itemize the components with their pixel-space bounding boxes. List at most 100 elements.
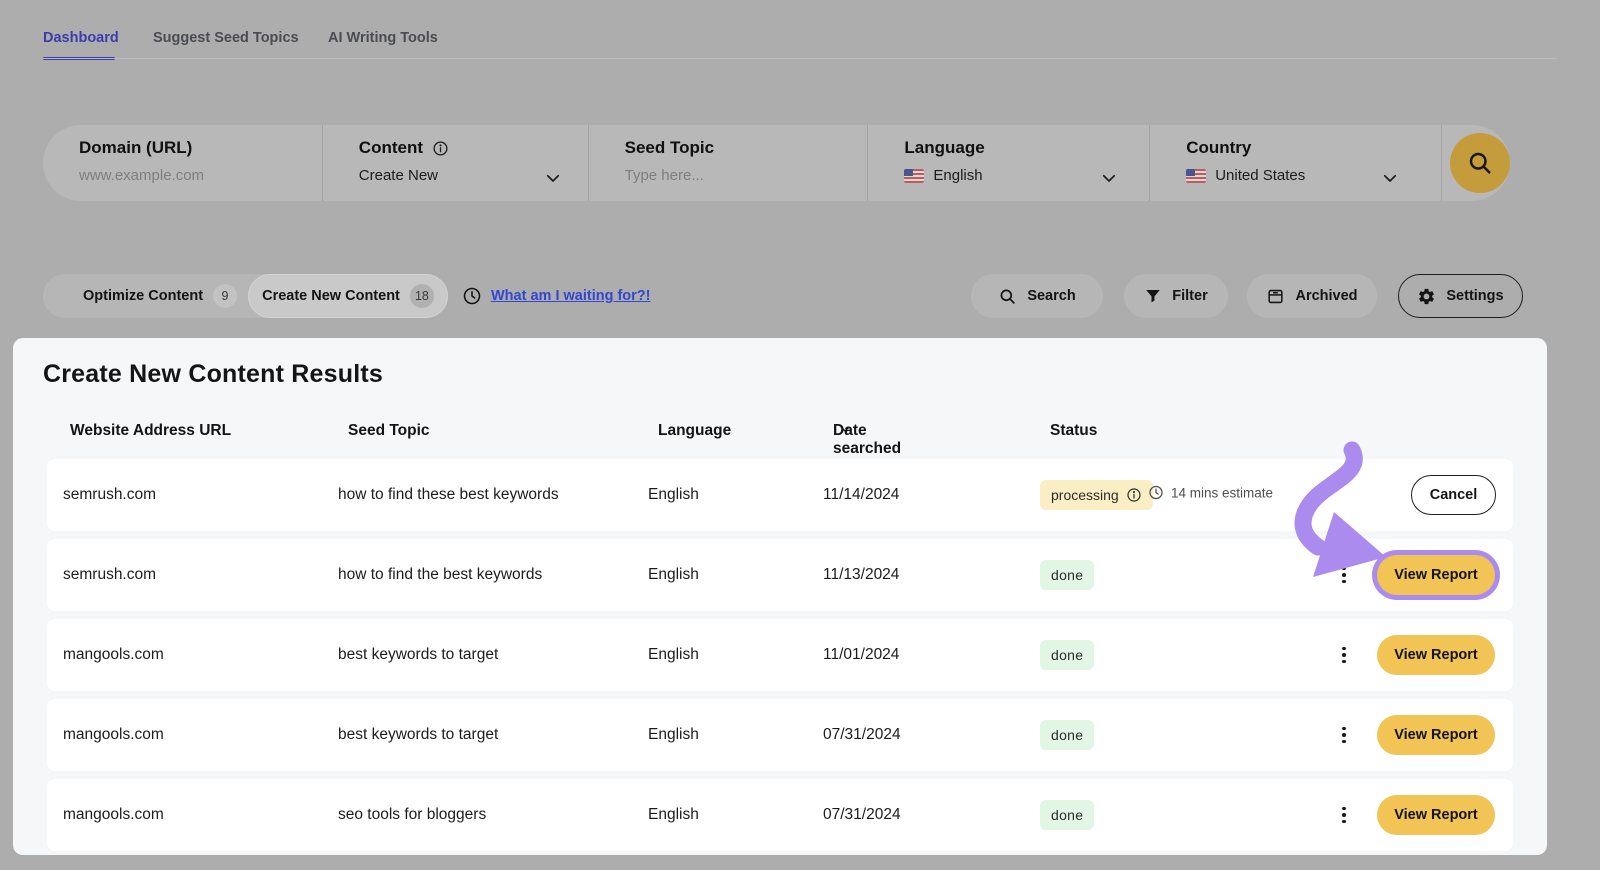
column-header-seed-topic: Seed Topic: [348, 422, 430, 440]
content-label: Content: [359, 138, 423, 158]
language-field[interactable]: Language English: [867, 125, 1149, 201]
table-row: mangools.com seo tools for bloggers Engl…: [47, 779, 1513, 851]
waiting-info: What am I waiting for?!: [462, 274, 651, 318]
app-window: Dashboard Suggest Seed Topics AI Writing…: [0, 0, 1600, 870]
page-title: Create New Content Results: [43, 360, 383, 389]
row-language: English: [648, 486, 699, 504]
settings-button[interactable]: Settings: [1398, 274, 1523, 318]
kebab-menu-icon[interactable]: [1335, 563, 1353, 587]
info-icon[interactable]: [1126, 487, 1142, 503]
status-badge-done: done: [1040, 720, 1094, 750]
row-seed-topic: best keywords to target: [338, 646, 498, 664]
domain-field[interactable]: Domain (URL): [43, 125, 322, 201]
tab-ai-writing-tools[interactable]: AI Writing Tools: [328, 30, 438, 46]
row-date: 07/31/2024: [823, 806, 901, 824]
row-seed-topic: how to find the best keywords: [338, 566, 542, 584]
chevron-down-icon[interactable]: [1100, 169, 1118, 187]
view-report-button[interactable]: View Report: [1377, 715, 1495, 755]
country-field[interactable]: Country United States: [1149, 125, 1441, 201]
table-row: semrush.com how to find these best keywo…: [47, 459, 1513, 531]
view-report-highlight-ring: View Report: [1372, 550, 1500, 600]
row-date: 07/31/2024: [823, 726, 901, 744]
view-report-button[interactable]: View Report: [1377, 555, 1495, 595]
column-header-language: Language: [658, 422, 731, 440]
create-count-badge: 18: [410, 284, 434, 308]
tab-create-new-content[interactable]: Create New Content 18: [248, 274, 448, 318]
time-estimate: 14 mins estimate: [1148, 485, 1273, 501]
tab-dashboard[interactable]: Dashboard: [43, 30, 119, 46]
results-panel: Create New Content Results Website Addre…: [13, 338, 1547, 855]
info-icon: [432, 140, 449, 157]
usa-flag-icon: [1186, 169, 1206, 183]
top-nav: Dashboard Suggest Seed Topics AI Writing…: [43, 28, 1557, 60]
waiting-link[interactable]: What am I waiting for?!: [491, 288, 651, 304]
tab-suggest-seed-topics[interactable]: Suggest Seed Topics: [153, 30, 299, 46]
tab-suggest-label: Suggest Seed Topics: [153, 30, 299, 46]
estimate-text: 14 mins estimate: [1171, 485, 1273, 500]
domain-input[interactable]: [79, 167, 249, 184]
seed-topic-input[interactable]: [625, 167, 795, 184]
filter-button[interactable]: Filter: [1124, 274, 1228, 318]
optimize-content-label: Optimize Content: [83, 288, 203, 304]
filter-button-label: Filter: [1172, 288, 1207, 304]
archived-button[interactable]: Archived: [1247, 274, 1377, 318]
table-row: semrush.com how to find the best keyword…: [47, 539, 1513, 611]
row-date: 11/01/2024: [823, 646, 899, 664]
clock-icon: [1148, 485, 1164, 501]
search-button-label: Search: [1027, 288, 1075, 304]
cancel-button[interactable]: Cancel: [1411, 475, 1496, 515]
create-new-content-label: Create New Content: [262, 288, 400, 304]
search-icon: [998, 287, 1017, 306]
row-date: 11/14/2024: [823, 486, 899, 504]
row-seed-topic: best keywords to target: [338, 726, 498, 744]
clock-icon: [462, 286, 482, 306]
status-text: processing: [1051, 487, 1119, 503]
row-language: English: [648, 566, 699, 584]
archived-button-label: Archived: [1295, 288, 1357, 304]
row-seed-topic: seo tools for bloggers: [338, 806, 486, 824]
status-badge-done: done: [1040, 640, 1094, 670]
seed-topic-field[interactable]: Seed Topic: [588, 125, 868, 201]
tab-dashboard-label: Dashboard: [43, 30, 119, 46]
column-header-status: Status: [1050, 422, 1097, 440]
row-language: English: [648, 726, 699, 744]
status-badge-processing: processing: [1040, 480, 1153, 510]
kebab-menu-icon[interactable]: [1335, 723, 1353, 747]
tab-ai-label: AI Writing Tools: [328, 30, 438, 46]
filter-icon: [1144, 287, 1162, 305]
search-submit-button[interactable]: [1450, 133, 1510, 193]
chevron-down-icon[interactable]: [544, 169, 562, 187]
country-value: United States: [1215, 167, 1305, 184]
row-seed-topic: how to find these best keywords: [338, 486, 559, 504]
search-icon: [1466, 149, 1494, 177]
column-header-url: Website Address URL: [70, 422, 231, 440]
view-report-button[interactable]: View Report: [1377, 795, 1495, 835]
country-label: Country: [1186, 138, 1441, 158]
row-url: semrush.com: [63, 566, 156, 584]
search-button[interactable]: Search: [971, 274, 1103, 318]
settings-button-label: Settings: [1446, 288, 1503, 304]
row-url: mangools.com: [63, 646, 164, 664]
status-badge-done: done: [1040, 560, 1094, 590]
status-badge-done: done: [1040, 800, 1094, 830]
language-value: English: [933, 167, 982, 184]
row-url: mangools.com: [63, 726, 164, 744]
archive-icon: [1266, 287, 1285, 306]
domain-label: Domain (URL): [79, 138, 322, 158]
usa-flag-icon: [904, 169, 924, 183]
table-row: mangools.com best keywords to target Eng…: [47, 619, 1513, 691]
row-date: 11/13/2024: [823, 566, 899, 584]
content-mode-tabs: Optimize Content 9 Create New Content 18: [43, 274, 448, 318]
row-url: mangools.com: [63, 806, 164, 824]
row-url: semrush.com: [63, 486, 156, 504]
view-report-button[interactable]: View Report: [1377, 635, 1495, 675]
gear-icon: [1417, 287, 1436, 306]
sort-chevron-icon[interactable]: [838, 422, 852, 436]
kebab-menu-icon[interactable]: [1335, 803, 1353, 827]
kebab-menu-icon[interactable]: [1335, 643, 1353, 667]
tab-optimize-content[interactable]: Optimize Content 9: [43, 274, 255, 318]
content-field[interactable]: Content Create New: [322, 125, 588, 201]
row-language: English: [648, 806, 699, 824]
chevron-down-icon[interactable]: [1381, 169, 1399, 187]
search-form-bar: Domain (URL) Content Create New Seed Top…: [43, 125, 1510, 201]
